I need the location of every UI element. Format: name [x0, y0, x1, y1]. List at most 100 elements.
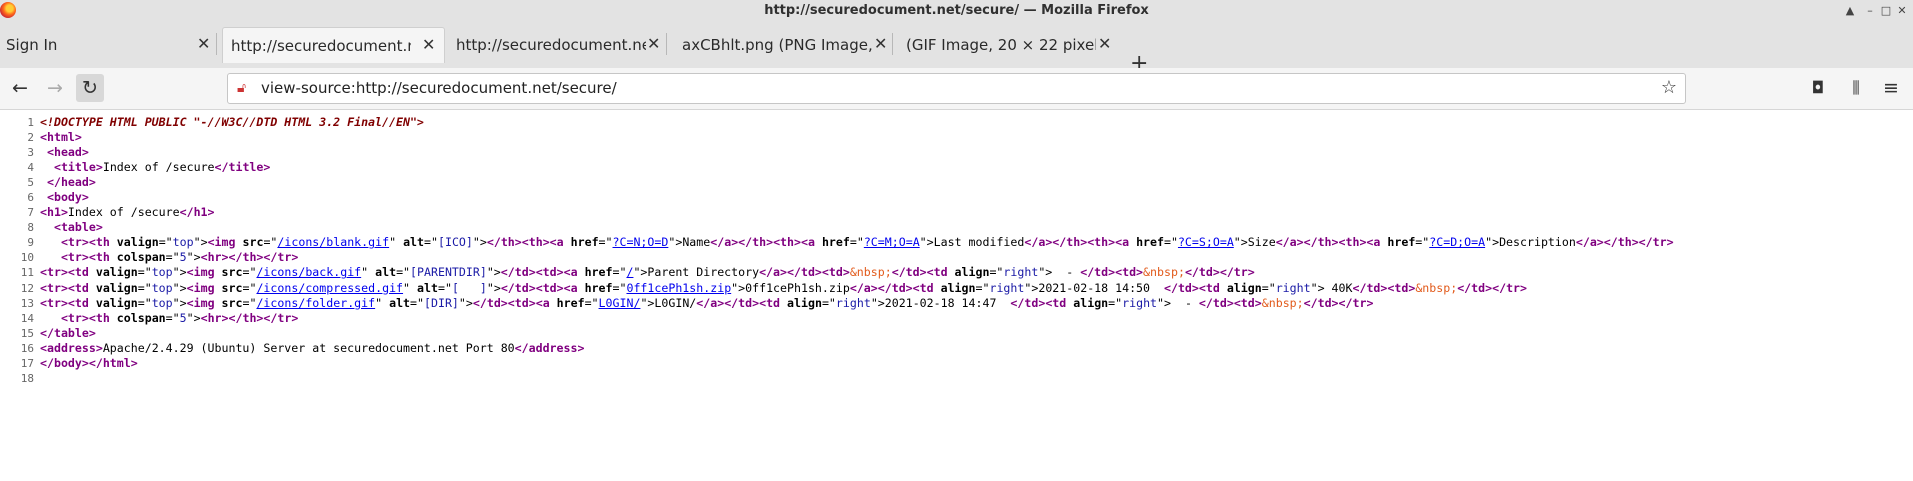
source-link[interactable]: 0ff1cePh1sh.zip	[626, 281, 731, 295]
source-token: ">	[486, 265, 501, 280]
close-tab-icon[interactable]: ✕	[422, 35, 435, 54]
library-icon[interactable]: ⫼	[1842, 74, 1870, 102]
close-tab-icon[interactable]: ✕	[647, 34, 660, 53]
source-token: "	[403, 280, 418, 295]
tab-gif-image[interactable]: (GIF Image, 20 × 22 pixels) ✕	[900, 27, 1116, 62]
source-token: right	[1275, 280, 1311, 295]
hamburger-menu-icon[interactable]: ≡	[1877, 74, 1905, 102]
source-token: [ICO]	[437, 235, 473, 250]
pocket-icon[interactable]: ◘	[1804, 74, 1832, 102]
source-token: ">Description	[1485, 235, 1576, 250]
back-arrow-icon[interactable]: ←	[6, 74, 34, 102]
source-token: <body>	[46, 190, 89, 205]
source-token: "	[361, 265, 376, 280]
source-token: 5	[179, 250, 187, 265]
window-up-icon[interactable]: ▲	[1842, 3, 1858, 19]
line-number: 9	[27, 236, 34, 250]
source-token: <img	[186, 280, 222, 295]
source-link[interactable]: /icons/compressed.gif	[256, 281, 403, 295]
source-token: ="	[137, 265, 152, 280]
source-link[interactable]: /icons/back.gif	[256, 265, 361, 279]
source-token: ">L0GIN/	[640, 295, 697, 310]
source-token: ="	[165, 310, 180, 325]
source-token: href	[570, 235, 599, 250]
source-token: </a></th><th><a	[1024, 235, 1137, 250]
source-link[interactable]: ?C=N;O=D	[613, 235, 669, 249]
source-token: href	[556, 295, 585, 310]
reload-icon[interactable]: ↻	[76, 74, 104, 102]
line-number: 5	[27, 176, 34, 190]
source-token: </td><td><a	[500, 265, 585, 280]
source-line: 14 <tr><th colspan="5"><hr></th></tr>	[0, 311, 1913, 326]
source-token: top	[151, 295, 173, 310]
source-line: 4 <title>Index of /secure</title>	[0, 160, 1913, 175]
source-line: 8 <table>	[0, 220, 1913, 235]
source-token: align	[940, 280, 976, 295]
source-token: ="	[849, 235, 864, 250]
line-number: 7	[27, 206, 34, 220]
source-token: </a></th><th><a	[710, 235, 822, 250]
source-token: <html>	[40, 130, 82, 145]
source-token: <head>	[46, 145, 89, 160]
source-token: </a></td><td>	[759, 265, 850, 280]
view-source-content: 1 <!DOCTYPE HTML PUBLIC "-//W3C//DTD HTML…	[0, 115, 1913, 386]
line-number: 4	[27, 161, 34, 175]
source-token: ="	[137, 280, 152, 295]
source-token: top	[172, 235, 194, 250]
source-link[interactable]: ?C=M;O=A	[864, 235, 920, 249]
line-number: 10	[20, 251, 34, 265]
source-token: ="	[396, 265, 411, 280]
bookmark-star-icon[interactable]: ☆	[1661, 77, 1677, 98]
source-token: <table>	[53, 220, 103, 235]
tab-png-image[interactable]: axCBhlt.png (PNG Image, 1 ✕	[676, 27, 893, 62]
maximize-button[interactable]: □	[1878, 3, 1894, 19]
source-token: alt	[389, 295, 411, 310]
tab-label: Sign In	[6, 36, 58, 54]
source-line: 3 <head>	[0, 145, 1913, 160]
source-token: src	[221, 295, 243, 310]
url-bar[interactable]: 🔓︎ view-source:http://securedocument.net…	[227, 73, 1686, 104]
source-token: href	[1136, 235, 1164, 250]
source-token: </td></tr>	[1184, 265, 1255, 280]
source-token: </head>	[46, 175, 96, 190]
source-token: "	[375, 295, 390, 310]
source-link[interactable]: /icons/blank.gif	[277, 235, 389, 249]
source-token: top	[151, 280, 173, 295]
source-line: 9 <tr><th valign="top"><img src="/icons/…	[0, 235, 1913, 250]
tab-sign-in[interactable]: Sign In ✕	[0, 27, 217, 62]
tab-secure-2[interactable]: http://securedocument.net/s ✕	[450, 27, 667, 62]
source-token: ">	[193, 235, 208, 250]
source-token: ">Size	[1233, 235, 1276, 250]
source-token: </address>	[514, 340, 585, 355]
close-tab-icon[interactable]: ✕	[1098, 34, 1111, 53]
source-token: </a></th></tr>	[1575, 235, 1674, 250]
minimize-button[interactable]: –	[1862, 3, 1878, 19]
source-token: [PARENTDIR]	[410, 265, 487, 280]
source-link[interactable]: ?C=D;O=A	[1429, 235, 1485, 249]
tab-secure-source[interactable]: http://securedocument.net/s ✕	[222, 27, 445, 63]
url-text[interactable]: view-source:http://securedocument.net/se…	[261, 79, 617, 97]
source-token: href	[584, 280, 613, 295]
source-token: </a></td><td	[696, 295, 788, 310]
close-window-button[interactable]: ✕	[1894, 3, 1910, 19]
insecure-lock-icon[interactable]: 🔓︎	[237, 80, 246, 96]
source-token: href	[821, 235, 850, 250]
source-link[interactable]: L0GIN/	[599, 296, 641, 310]
source-token: </td><td>	[1080, 265, 1144, 280]
source-token: ="	[612, 280, 627, 295]
source-line: 18	[0, 371, 1913, 386]
close-tab-icon[interactable]: ✕	[874, 34, 887, 53]
source-token: ="	[598, 235, 613, 250]
forward-arrow-icon[interactable]: →	[41, 74, 69, 102]
source-token	[40, 250, 61, 264]
source-token: [DIR]	[424, 295, 459, 310]
source-token: alt	[417, 280, 438, 295]
source-token: right	[1003, 265, 1039, 280]
source-token: <h1>	[40, 205, 68, 220]
line-number: 6	[27, 191, 34, 205]
source-link[interactable]: ?C=S;O=A	[1178, 235, 1234, 249]
line-number: 11	[20, 266, 34, 280]
tab-label: http://securedocument.net/s	[231, 37, 411, 55]
source-link[interactable]: /icons/folder.gif	[256, 296, 375, 310]
close-tab-icon[interactable]: ✕	[197, 34, 210, 53]
